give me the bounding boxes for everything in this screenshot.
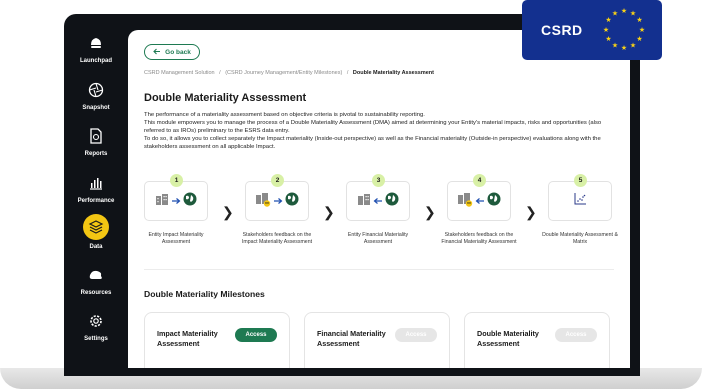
svg-text:★: ★ bbox=[612, 42, 618, 50]
globe-icon bbox=[487, 192, 501, 211]
sidebar-item-data[interactable]: Data bbox=[64, 214, 128, 250]
arrow-left-icon bbox=[373, 192, 383, 210]
gear-icon bbox=[85, 310, 107, 332]
page-title: Double Materiality Assessment bbox=[144, 92, 307, 104]
sidebar-item-snapshot[interactable]: Snapshot bbox=[64, 79, 128, 111]
sidebar-item-launchpad[interactable]: Launchpad bbox=[64, 32, 128, 64]
access-button[interactable]: Access bbox=[235, 328, 277, 342]
go-back-button[interactable]: Go back bbox=[144, 44, 200, 60]
building-icon bbox=[357, 192, 371, 211]
step-number: 4 bbox=[473, 174, 486, 187]
cloud-icon bbox=[85, 264, 107, 286]
step-label: Entity Impact Materiality Assessment bbox=[148, 232, 204, 245]
csrd-badge: CSRD ★ ★ ★ ★ ★ ★ ★ ★ ★ ★ ★ ★ bbox=[522, 0, 662, 60]
svg-text:★: ★ bbox=[630, 42, 636, 50]
eu-stars-icon: ★ ★★ ★★★ ★★★ ★★★ bbox=[603, 7, 645, 52]
sidebar-item-label: Snapshot bbox=[82, 105, 110, 111]
milestone-card-double: Double Materiality Assessment Access bbox=[464, 312, 610, 368]
sidebar-item-settings[interactable]: Settings bbox=[64, 310, 128, 342]
svg-text:★: ★ bbox=[605, 16, 611, 24]
breadcrumb-item[interactable]: CSRD Management Solution bbox=[144, 70, 215, 76]
breadcrumb-separator: / bbox=[346, 70, 349, 76]
csrd-label: CSRD bbox=[541, 22, 583, 38]
milestone-card-impact: Impact Materiality Assessment Access bbox=[144, 312, 290, 368]
description-paragraph: The performance of a materiality assessm… bbox=[144, 112, 425, 118]
page-description: The performance of a materiality assessm… bbox=[144, 111, 610, 151]
svg-text:★: ★ bbox=[605, 35, 611, 43]
arrow-right-icon bbox=[171, 192, 181, 210]
step-card bbox=[548, 181, 612, 221]
step-label: Entity Financial Materiality Assessment bbox=[347, 232, 409, 245]
svg-text:★: ★ bbox=[630, 10, 636, 18]
sidebar-item-resources[interactable]: Resources bbox=[64, 264, 128, 296]
card-title: Double Materiality Assessment bbox=[477, 329, 539, 348]
chevron-right-icon: ❯ bbox=[525, 204, 537, 220]
arrow-left-icon bbox=[475, 192, 485, 210]
chevron-right-icon: ❯ bbox=[323, 204, 335, 220]
sidebar-item-label: Data bbox=[89, 244, 103, 250]
sidebar-item-label: Launchpad bbox=[79, 58, 112, 64]
step-label: Stakeholders feedback on the Impact Mate… bbox=[241, 232, 313, 245]
globe-icon bbox=[183, 192, 197, 211]
process-steps: 1 Entity Impact Materiality Assessment ❯… bbox=[144, 174, 618, 284]
section-divider bbox=[144, 269, 614, 270]
description-paragraph: To do so, it allows you to collect separ… bbox=[144, 136, 601, 150]
step-card bbox=[245, 181, 309, 221]
bar-chart-icon bbox=[85, 172, 107, 194]
svg-text:★: ★ bbox=[636, 16, 642, 24]
breadcrumb-separator: / bbox=[219, 70, 221, 76]
step-number: 3 bbox=[372, 174, 385, 187]
sidebar-item-label: Settings bbox=[84, 336, 108, 342]
step-number: 5 bbox=[574, 174, 587, 187]
svg-text:★: ★ bbox=[636, 35, 642, 43]
breadcrumb-item[interactable]: (CSRD Journey Management/Entity Mileston… bbox=[225, 70, 342, 76]
go-back-label: Go back bbox=[165, 48, 191, 56]
access-button-disabled: Access bbox=[395, 328, 437, 342]
chevron-right-icon: ❯ bbox=[424, 204, 436, 220]
sidebar-item-label: Reports bbox=[84, 151, 108, 157]
sidebar-item-reports[interactable]: Reports bbox=[64, 125, 128, 157]
milestone-card-financial: Financial Materiality Assessment Access bbox=[304, 312, 450, 368]
step-card bbox=[144, 181, 208, 221]
step-card bbox=[447, 181, 511, 221]
layers-icon bbox=[83, 214, 109, 240]
chevron-right-icon: ❯ bbox=[222, 204, 234, 220]
building-icon bbox=[155, 192, 169, 211]
card-title: Financial Materiality Assessment bbox=[317, 329, 386, 348]
step-label: Double Materiality Assessment & Matrix bbox=[542, 232, 618, 245]
svg-text:★: ★ bbox=[612, 10, 618, 18]
building-stakeholders-icon bbox=[457, 191, 473, 212]
globe-icon bbox=[385, 192, 399, 211]
svg-text:★: ★ bbox=[639, 26, 645, 34]
sidebar: Launchpad Snapshot Reports Performance D… bbox=[64, 14, 128, 368]
scatter-matrix-icon bbox=[573, 192, 587, 211]
arrow-right-icon bbox=[273, 192, 283, 210]
sidebar-item-performance[interactable]: Performance bbox=[64, 172, 128, 204]
breadcrumb-current: Double Materiality Assessment bbox=[352, 70, 434, 76]
sidebar-item-label: Resources bbox=[80, 290, 112, 296]
rocket-icon bbox=[85, 32, 107, 54]
access-button-disabled: Access bbox=[555, 328, 597, 342]
back-arrow-icon bbox=[153, 48, 161, 57]
milestones-heading: Double Materiality Milestones bbox=[144, 289, 265, 299]
card-title: Impact Materiality Assessment bbox=[157, 329, 218, 348]
breadcrumb: CSRD Management Solution / (CSRD Journey… bbox=[144, 70, 434, 76]
step-label: Stakeholders feedback on the Financial M… bbox=[441, 232, 517, 245]
aperture-icon bbox=[85, 79, 107, 101]
svg-text:★: ★ bbox=[621, 7, 627, 15]
step-number: 1 bbox=[170, 174, 183, 187]
building-stakeholders-icon bbox=[255, 191, 271, 212]
svg-text:★: ★ bbox=[603, 26, 609, 34]
main-screen: Go back CSRD Management Solution / (CSRD… bbox=[128, 30, 630, 368]
sidebar-item-label: Performance bbox=[77, 198, 115, 204]
report-icon bbox=[85, 125, 107, 147]
globe-icon bbox=[285, 192, 299, 211]
svg-text:★: ★ bbox=[621, 44, 627, 52]
description-paragraph: This module empowers you to manage the p… bbox=[144, 120, 602, 134]
step-card bbox=[346, 181, 410, 221]
step-number: 2 bbox=[271, 174, 284, 187]
